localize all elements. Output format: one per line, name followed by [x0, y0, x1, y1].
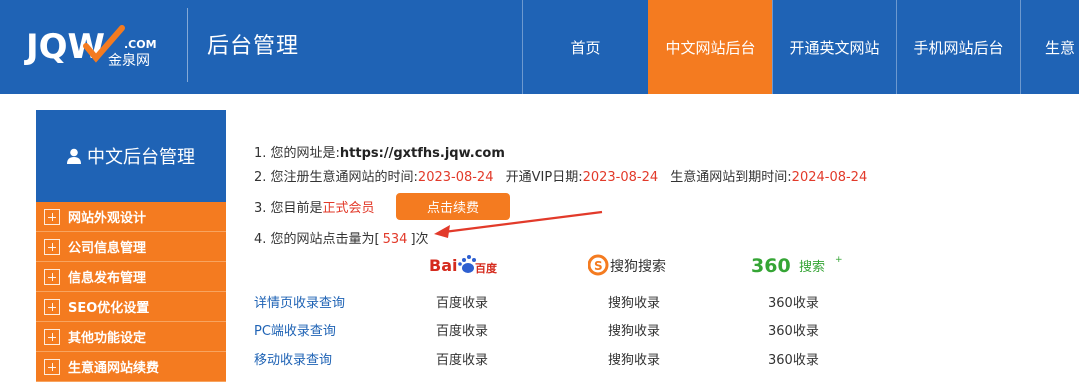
index-query-link[interactable]: PC端收录查询	[254, 320, 336, 339]
baidu-index-cell[interactable]: 百度收录	[436, 349, 488, 368]
sidebar-item-renewal[interactable]: 生意通网站续费	[36, 352, 226, 382]
sidebar-item-other-settings[interactable]: 其他功能设定	[36, 322, 226, 352]
sogou-logo-icon: S 搜狗搜索	[587, 252, 678, 282]
main-nav: 首页 中文网站后台 开通英文网站 手机网站后台 生意	[522, 0, 1079, 94]
sidebar-item-label: 信息发布管理	[68, 271, 147, 286]
expire-label: 生意通网站到期时间:	[670, 170, 792, 185]
svg-text:S: S	[594, 259, 603, 273]
plus-icon	[44, 298, 60, 315]
sidebar-item-label: 生意通网站续费	[68, 361, 160, 376]
sogou-index-cell[interactable]: 搜狗收录	[608, 292, 660, 311]
sidebar-item-label: 网站外观设计	[68, 211, 147, 226]
svg-text:+: +	[835, 255, 843, 265]
nav-mobile-site-admin[interactable]: 手机网站后台	[896, 0, 1020, 94]
click-count: 534	[382, 232, 408, 247]
baidu-index-cell[interactable]: 百度收录	[436, 292, 488, 311]
red-arrow-annotation	[434, 210, 603, 238]
plus-icon	[44, 238, 60, 255]
plus-icon	[44, 208, 60, 225]
expire-date: 2024-08-24	[791, 170, 868, 185]
sidebar-item-label: SEO优化设置	[68, 301, 150, 316]
site-url[interactable]: https://gxtfhs.jqw.com	[340, 146, 505, 161]
svg-text:搜狗搜索: 搜狗搜索	[610, 258, 666, 275]
member-label: 3. 您目前是	[254, 201, 323, 216]
360-search-logo-icon: 360 搜索 +	[751, 252, 847, 282]
nav-home[interactable]: 首页	[522, 0, 648, 94]
jqw-logo[interactable]: JQW .COM 金泉网	[24, 18, 174, 74]
baidu-logo-icon: Bai 百度	[429, 252, 498, 280]
info-line-url: 1. 您的网址是:https://gxtfhs.jqw.com	[254, 142, 505, 161]
svg-text:360: 360	[751, 255, 791, 277]
svg-text:Bai: Bai	[429, 256, 457, 275]
sidebar-item-company-info[interactable]: 公司信息管理	[36, 232, 226, 262]
vip-label: 开通VIP日期:	[505, 170, 583, 185]
sogou-index-cell[interactable]: 搜狗收录	[608, 349, 660, 368]
svg-text:百度: 百度	[475, 261, 497, 275]
member-status: 正式会员	[322, 201, 375, 216]
index-query-link[interactable]: 详情页收录查询	[254, 292, 345, 311]
svg-text:.COM: .COM	[124, 38, 157, 51]
sidebar-item-label: 公司信息管理	[68, 241, 147, 256]
register-label: 2. 您注册生意通网站的时间:	[254, 170, 418, 185]
index-query-link[interactable]: 移动收录查询	[254, 349, 332, 368]
info-line-clicks: 4. 您的网站点击量为[534]次	[254, 228, 429, 247]
admin-title: 后台管理	[207, 34, 300, 59]
sidebar-title: 中文后台管理	[87, 147, 195, 168]
nav-open-english-site[interactable]: 开通英文网站	[772, 0, 896, 94]
info-line-member: 3. 您目前是正式会员	[254, 197, 375, 216]
plus-icon	[44, 358, 60, 375]
header-divider	[187, 8, 188, 82]
user-icon	[67, 148, 81, 164]
360-index-cell[interactable]: 360收录	[768, 292, 819, 311]
top-header: JQW .COM 金泉网 后台管理 首页 中文网站后台 开通英文网站 手机网站后…	[0, 0, 1079, 94]
svg-text:搜索: 搜索	[799, 260, 825, 275]
svg-text:金泉网: 金泉网	[108, 52, 150, 69]
url-label: 1. 您的网址是:	[254, 146, 340, 161]
svg-text:JQW: JQW	[24, 27, 105, 67]
sidebar-item-publish[interactable]: 信息发布管理	[36, 262, 226, 292]
sidebar-item-label: 其他功能设定	[68, 331, 147, 346]
sidebar-header: 中文后台管理	[36, 110, 226, 202]
plus-icon	[44, 328, 60, 345]
sidebar-item-site-design[interactable]: 网站外观设计	[36, 202, 226, 232]
vip-date: 2023-08-24	[582, 170, 659, 185]
360-index-cell[interactable]: 360收录	[768, 320, 819, 339]
360-index-cell[interactable]: 360收录	[768, 349, 819, 368]
sogou-index-cell[interactable]: 搜狗收录	[608, 320, 660, 339]
sidebar: 中文后台管理 网站外观设计 公司信息管理 信息发布管理 SEO优化设置 其他功能…	[36, 110, 226, 382]
baidu-index-cell[interactable]: 百度收录	[436, 320, 488, 339]
nav-shengyitong[interactable]: 生意	[1020, 0, 1079, 94]
clicks-suffix: ]次	[410, 232, 429, 247]
clicks-label: 4. 您的网站点击量为[	[254, 232, 380, 247]
table-row: 详情页收录查询 百度收录 搜狗收录 360收录	[254, 292, 874, 312]
sidebar-item-seo[interactable]: SEO优化设置	[36, 292, 226, 322]
register-date: 2023-08-24	[417, 170, 494, 185]
table-row: 移动收录查询 百度收录 搜狗收录 360收录	[254, 349, 874, 369]
nav-chinese-site-admin[interactable]: 中文网站后台	[648, 0, 772, 94]
info-line-dates: 2. 您注册生意通网站的时间:2023-08-24 开通VIP日期:2023-0…	[254, 166, 867, 185]
table-row: PC端收录查询 百度收录 搜狗收录 360收录	[254, 320, 874, 340]
plus-icon	[44, 268, 60, 285]
